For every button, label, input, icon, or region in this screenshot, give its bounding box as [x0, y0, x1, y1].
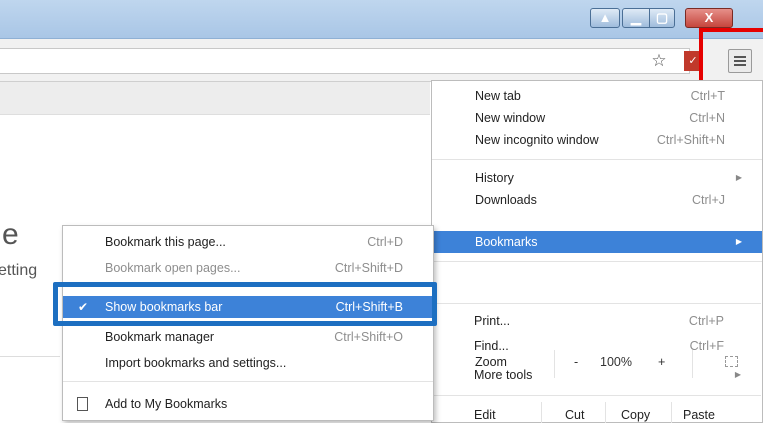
menu-item-shortcut: Ctrl+F — [689, 339, 724, 353]
paste-button[interactable]: Paste — [683, 408, 715, 422]
menu-item-new-window[interactable]: New window Ctrl+N — [432, 107, 762, 129]
menu-item-label: History — [475, 171, 514, 185]
copy-button[interactable]: Copy — [621, 408, 650, 422]
menu-item-shortcut: Ctrl+T — [690, 89, 725, 103]
window-title-bar: ▲ ▁ ▢ X — [0, 0, 763, 39]
menu-item-shortcut: Ctrl+N — [689, 111, 725, 125]
annotation-highlight-show-bookmarks-bar — [53, 282, 437, 326]
close-icon: X — [704, 10, 714, 25]
menu-item-shortcut: Ctrl+J — [692, 193, 725, 207]
menu-item-history[interactable]: History ▶ — [432, 167, 762, 189]
minimize-icon: ▁ — [631, 10, 641, 25]
bookmark-this-page-item[interactable]: Bookmark this page... Ctrl+D — [63, 231, 433, 253]
edit-label: Edit — [474, 408, 496, 422]
maximize-button[interactable]: ▢ — [649, 8, 675, 28]
page-settings-fragment: etting — [0, 262, 38, 279]
cut-button[interactable]: Cut — [565, 408, 584, 422]
menu-item-bookmarks[interactable]: Bookmarks ▶ — [432, 231, 762, 253]
menu-item-label: New tab — [475, 89, 521, 103]
minimize-button[interactable]: ▁ — [622, 8, 650, 28]
bookmark-open-pages-item[interactable]: Bookmark open pages... Ctrl+Shift+D — [63, 257, 433, 279]
user-icon: ▲ — [598, 10, 612, 25]
maximize-icon: ▢ — [655, 10, 669, 25]
menu-separator — [431, 395, 761, 396]
menu-item-label: Bookmark manager — [105, 330, 215, 344]
page-divider — [0, 356, 60, 357]
user-button[interactable]: ▲ — [590, 8, 620, 28]
edit-divider — [671, 402, 672, 423]
add-to-my-bookmarks-item[interactable]: Add to My Bookmarks — [63, 393, 433, 415]
menu-separator — [63, 381, 433, 382]
edit-divider — [541, 402, 542, 423]
menu-item-shortcut: Ctrl+Shift+D — [334, 261, 403, 275]
menu-item-label: Downloads — [475, 193, 537, 207]
menu-item-shortcut: Ctrl+P — [688, 314, 724, 328]
import-bookmarks-item[interactable]: Import bookmarks and settings... — [63, 352, 433, 374]
edit-divider — [605, 402, 606, 423]
menu-item-new-tab[interactable]: New tab Ctrl+T — [432, 85, 762, 107]
menu-item-label: Bookmark open pages... — [105, 261, 241, 275]
menu-item-find[interactable]: Find... Ctrl+F — [431, 335, 761, 357]
menu-item-label: Add to My Bookmarks — [105, 397, 228, 411]
menu-item-label: Print... — [474, 314, 511, 328]
submenu-arrow-icon: ▶ — [734, 370, 741, 379]
page-header-strip — [0, 82, 430, 115]
star-icon[interactable]: ☆ — [649, 51, 669, 71]
menu-item-print[interactable]: Print... Ctrl+P — [431, 310, 761, 332]
address-bar[interactable] — [0, 48, 690, 74]
menu-separator — [432, 159, 762, 160]
submenu-arrow-icon: ▶ — [735, 237, 742, 246]
menu-item-downloads[interactable]: Downloads Ctrl+J — [432, 189, 762, 211]
menu-item-new-incognito[interactable]: New incognito window Ctrl+Shift+N — [432, 129, 762, 151]
menu-item-label: Import bookmarks and settings... — [105, 356, 287, 370]
menu-item-label: Bookmarks — [475, 235, 538, 249]
menu-item-shortcut: Ctrl+Shift+O — [334, 330, 403, 344]
menu-separator — [432, 261, 762, 262]
menu-item-label: Find... — [474, 339, 509, 353]
edit-row: Edit Cut Copy Paste — [431, 402, 761, 423]
menu-item-label: New window — [475, 111, 546, 125]
menu-item-label: More tools — [474, 368, 533, 382]
submenu-arrow-icon: ▶ — [735, 173, 742, 182]
menu-item-label: Bookmark this page... — [105, 235, 226, 249]
menu-separator — [431, 303, 761, 304]
menu-item-shortcut: Ctrl+Shift+N — [656, 133, 725, 147]
menu-item-shortcut: Ctrl+D — [367, 235, 403, 249]
menu-item-more-tools[interactable]: More tools ▶ — [431, 364, 761, 386]
page-heading-fragment: e — [2, 218, 19, 251]
page-icon — [77, 397, 88, 411]
close-button[interactable]: X — [685, 8, 733, 28]
bookmark-manager-item[interactable]: Bookmark manager Ctrl+Shift+O — [63, 326, 433, 348]
menu-item-label: New incognito window — [475, 133, 599, 147]
